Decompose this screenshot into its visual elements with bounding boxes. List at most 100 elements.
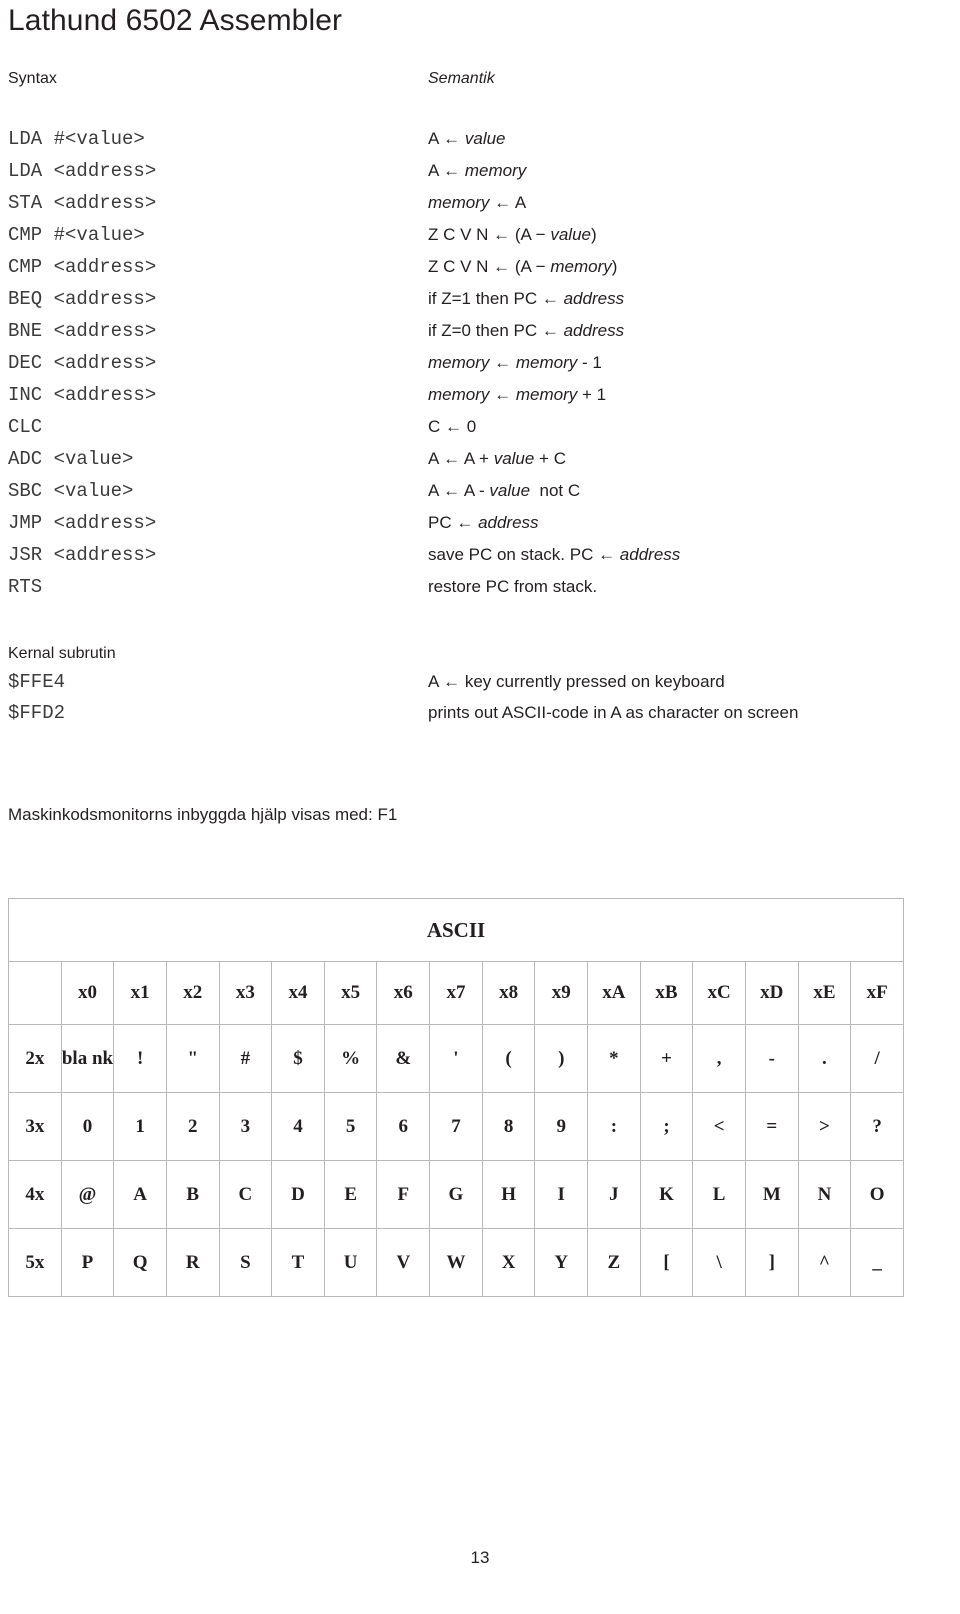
instruction-row: DEC <address> memory ← memory - 1	[8, 352, 948, 384]
ascii-cell: Z	[587, 1228, 641, 1297]
ascii-cell: (	[481, 1024, 536, 1093]
ascii-table-caption: ASCII	[8, 898, 904, 962]
ascii-col-header: x7	[429, 961, 483, 1025]
ascii-col-header: x4	[271, 961, 325, 1025]
instruction-row: ADC <value> A ← A + value + C	[8, 448, 948, 480]
instruction-syntax: CLC	[8, 416, 43, 438]
instruction-semantic: restore PC from stack.	[428, 577, 598, 596]
instruction-syntax: JSR <address>	[8, 544, 157, 566]
kernal-address: $FFD2	[8, 702, 66, 724]
ascii-row-2x: 2x bla nk ! " # $ % & ' ( ) * + , - . /	[8, 1024, 904, 1093]
italic-term: value	[489, 481, 531, 500]
ascii-cell: &	[376, 1024, 431, 1093]
ascii-cell: F	[376, 1160, 431, 1229]
ascii-cell: >	[797, 1092, 852, 1161]
ascii-cell: V	[376, 1228, 431, 1297]
instruction-syntax: LDA #<value>	[8, 128, 145, 150]
ascii-col-header: xB	[639, 961, 694, 1025]
monitor-help-note: Maskinkodsmonitorns inbyggda hjälp visas…	[8, 805, 398, 824]
column-header-semantik: Semantik	[428, 70, 495, 87]
ascii-cell: 7	[429, 1092, 483, 1161]
ascii-cell: 9	[534, 1092, 589, 1161]
kernal-address: $FFE4	[8, 671, 66, 693]
instruction-row: LDA #<value> A ← value	[8, 128, 948, 160]
instruction-syntax: JMP <address>	[8, 512, 157, 534]
italic-term: memory	[428, 193, 490, 212]
instruction-row: CMP #<value> Z C V N ← (A − value)	[8, 224, 948, 256]
ascii-cell: <	[692, 1092, 746, 1161]
ascii-cell: R	[165, 1228, 220, 1297]
italic-term: address	[619, 545, 681, 564]
ascii-cell: *	[587, 1024, 641, 1093]
ascii-cell: U	[323, 1228, 378, 1297]
ascii-cell: @	[60, 1160, 115, 1229]
italic-term: memory	[515, 385, 578, 404]
instruction-semantic: memory ← memory - 1	[428, 353, 602, 372]
ascii-cell: L	[692, 1160, 746, 1229]
ascii-cell: \	[692, 1228, 746, 1297]
ascii-row-label: 5x	[8, 1228, 62, 1297]
kernal-description: A ← key currently pressed on keyboard	[428, 672, 725, 691]
italic-term: memory	[515, 353, 578, 372]
instruction-semantic: A ← A - value not C	[428, 481, 581, 500]
instruction-syntax: LDA <address>	[8, 160, 157, 182]
instruction-row: CMP <address> Z C V N ← (A − memory)	[8, 256, 948, 288]
instruction-syntax: BEQ <address>	[8, 288, 157, 310]
ascii-col-header: xA	[587, 961, 641, 1025]
italic-term: value	[493, 449, 535, 468]
italic-term: value	[550, 225, 591, 244]
instruction-syntax: RTS	[8, 576, 43, 598]
instruction-semantic: if Z=1 then PC ← address	[428, 289, 625, 308]
instruction-semantic: A ← memory	[428, 161, 527, 180]
instruction-semantic: save PC on stack. PC ← address	[428, 545, 681, 564]
italic-term: memory	[428, 385, 490, 404]
instruction-row: STA <address> memory ← A	[8, 192, 948, 224]
ascii-corner-cell	[8, 961, 62, 1025]
instruction-semantic: Z C V N ← (A − value)	[428, 225, 597, 244]
ascii-cell: 0	[60, 1092, 115, 1161]
instruction-semantic: if Z=0 then PC ← address	[428, 321, 625, 340]
kernal-section-title: Kernal subrutin	[8, 645, 116, 662]
ascii-cell: 5	[323, 1092, 378, 1161]
ascii-row-label: 2x	[8, 1024, 62, 1093]
ascii-cell: Q	[113, 1228, 167, 1297]
ascii-cell: :	[587, 1092, 641, 1161]
ascii-cell: ]	[744, 1228, 799, 1297]
kernal-section: Kernal subrutin $FFE4 A ← key currently …	[8, 645, 948, 733]
column-header-syntax: Syntax	[8, 70, 57, 87]
ascii-cell: 1	[113, 1092, 167, 1161]
kernal-row: $FFD2 prints out ASCII-code in A as char…	[8, 702, 948, 733]
ascii-header-row: x0 x1 x2 x3 x4 x5 x6 x7 x8 x9 xA xB xC x…	[8, 961, 904, 1025]
ascii-cell: Y	[534, 1228, 589, 1297]
ascii-caption-row: ASCII	[8, 898, 904, 962]
ascii-col-header: x0	[60, 961, 115, 1025]
ascii-cell: #	[218, 1024, 273, 1093]
ascii-cell: K	[639, 1160, 694, 1229]
ascii-cell: 4	[271, 1092, 325, 1161]
instruction-semantic: A ← value	[428, 129, 506, 148]
ascii-col-header: x6	[376, 961, 431, 1025]
ascii-cell: /	[850, 1024, 904, 1093]
instruction-semantic: Z C V N ← (A − memory)	[428, 257, 618, 276]
ascii-row-label: 4x	[8, 1160, 62, 1229]
instruction-semantic: C ← 0	[428, 417, 477, 436]
italic-term: address	[563, 321, 625, 340]
ascii-cell: N	[797, 1160, 852, 1229]
ascii-row-4x: 4x @ A B C D E F G H I J K L M N O	[8, 1160, 904, 1229]
instruction-semantic: A ← A + value + C	[428, 449, 566, 468]
ascii-col-header: x8	[481, 961, 536, 1025]
ascii-cell: '	[429, 1024, 483, 1093]
ascii-cell: M	[744, 1160, 799, 1229]
instruction-semantic: memory ← A	[428, 193, 527, 212]
ascii-cell: P	[60, 1228, 115, 1297]
ascii-cell: 8	[481, 1092, 536, 1161]
ascii-cell: S	[218, 1228, 273, 1297]
instruction-syntax: BNE <address>	[8, 320, 157, 342]
ascii-cell: H	[481, 1160, 536, 1229]
instruction-row: JSR <address> save PC on stack. PC ← add…	[8, 544, 948, 576]
instruction-semantic: memory ← memory + 1	[428, 385, 607, 404]
ascii-cell: G	[429, 1160, 483, 1229]
ascii-col-header: x5	[323, 961, 378, 1025]
instruction-syntax: ADC <value>	[8, 448, 134, 470]
ascii-cell: E	[323, 1160, 378, 1229]
